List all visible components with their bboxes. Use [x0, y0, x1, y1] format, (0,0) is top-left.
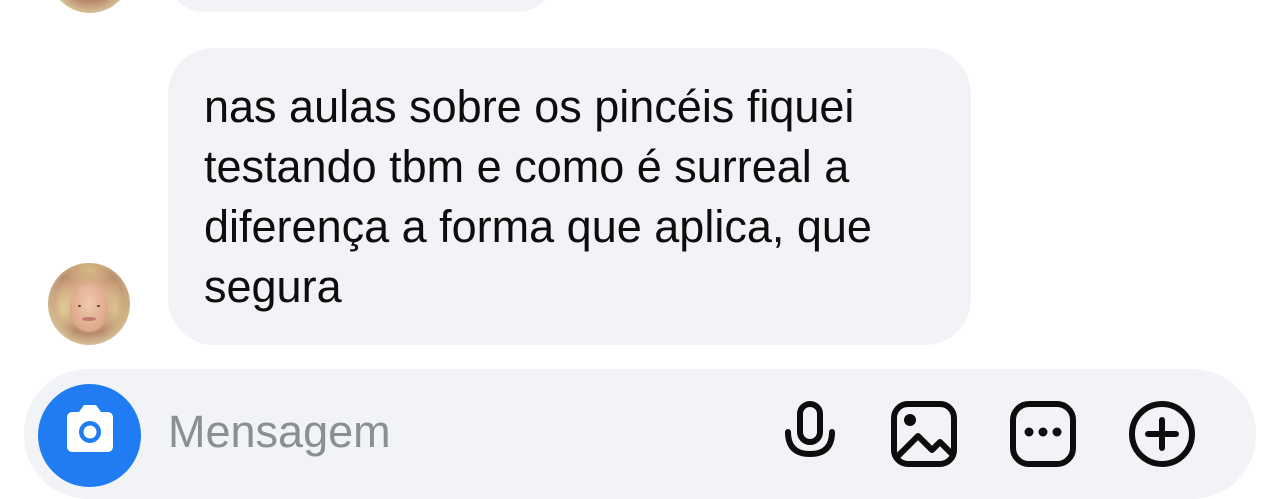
- microphone-icon: [785, 401, 835, 458]
- avatar-eye: [77, 305, 82, 308]
- avatar-face: [70, 284, 108, 332]
- sender-avatar[interactable]: [49, 0, 131, 13]
- avatar-hair: [49, 0, 131, 13]
- camera-icon: [66, 405, 113, 452]
- message-input[interactable]: [168, 402, 728, 462]
- image-icon: [891, 401, 957, 467]
- camera-button[interactable]: [38, 384, 141, 487]
- gallery-button[interactable]: [888, 398, 960, 470]
- microphone-button[interactable]: [774, 398, 846, 470]
- sticker-icon: [1010, 401, 1076, 467]
- sticker-button[interactable]: [1007, 398, 1079, 470]
- previous-message-bubble[interactable]: [168, 0, 554, 12]
- plus-circle-icon: [1129, 401, 1195, 467]
- sender-avatar[interactable]: [48, 263, 130, 345]
- more-button[interactable]: [1126, 398, 1198, 470]
- message-text: nas aulas sobre os pincéis fiquei testan…: [204, 81, 872, 312]
- avatar-eye: [96, 305, 100, 308]
